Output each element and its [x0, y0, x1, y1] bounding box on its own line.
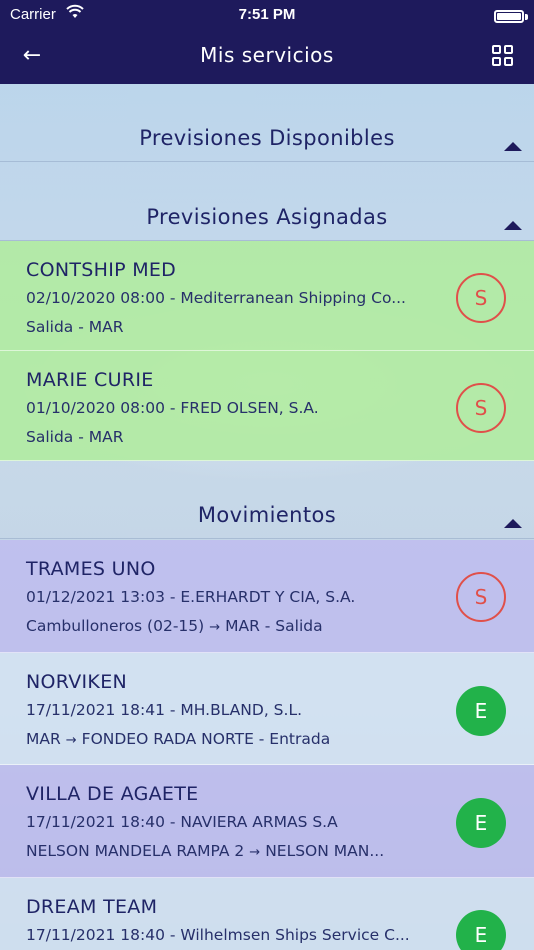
service-info: Salida - MAR	[26, 318, 124, 336]
grid-icon-cell	[504, 45, 513, 54]
chevron-up-icon[interactable]	[504, 142, 522, 151]
status-badge: E	[456, 798, 506, 848]
list-item-assigned[interactable]: MARIE CURIE 01/10/2020 08:00 - FRED OLSE…	[0, 351, 534, 461]
route-origin: NELSON MANDELA RAMPA 2	[26, 842, 245, 860]
vessel-name: NORVIKEN	[26, 671, 128, 693]
page-title: Mis servicios	[200, 43, 334, 67]
movement-route: Cambulloneros (02-15) → MAR - Salida	[26, 617, 323, 635]
status-badge: S	[456, 383, 506, 433]
route-origin: Cambulloneros (02-15)	[26, 617, 205, 635]
arrow-right-icon: →	[249, 845, 261, 860]
status-time: 7:51 PM	[238, 6, 296, 23]
grid-icon	[492, 45, 501, 54]
status-badge: S	[456, 572, 506, 622]
status-bar: Carrier 7:51 PM	[0, 4, 534, 26]
grid-icon-cell	[504, 57, 513, 66]
battery-icon	[494, 10, 524, 23]
movement-detail: 17/11/2021 18:41 - MH.BLAND, S.L.	[26, 701, 303, 719]
service-detail: 01/10/2020 08:00 - FRED OLSEN, S.A.	[26, 399, 319, 417]
battery-tip	[525, 14, 528, 20]
list-item-movement[interactable]: DREAM TEAM 17/11/2021 18:40 - Wilhelmsen…	[0, 878, 534, 950]
route-destination: NELSON MAN...	[265, 842, 385, 860]
movement-route: MAR → FONDEO RADA NORTE - Entrada	[26, 730, 330, 748]
movement-detail: 17/11/2021 18:40 - NAVIERA ARMAS S.A	[26, 813, 338, 831]
movement-detail: 17/11/2021 18:40 - Wilhelmsen Ships Serv…	[26, 926, 410, 944]
list-item-movement[interactable]: TRAMES UNO 01/12/2021 13:03 - E.ERHARDT …	[0, 540, 534, 653]
vessel-name: CONTSHIP MED	[26, 259, 177, 281]
grid-icon-cell	[492, 57, 501, 66]
movement-route: NELSON MANDELA RAMPA 2 → NELSON MAN...	[26, 842, 384, 860]
status-badge: S	[456, 273, 506, 323]
service-info: Salida - MAR	[26, 428, 124, 446]
chevron-up-icon[interactable]	[504, 221, 522, 230]
section-header-previsiones-asignadas[interactable]: Previsiones Asignadas	[0, 163, 534, 241]
section-header-previsiones-disponibles[interactable]: Previsiones Disponibles	[0, 84, 534, 162]
top-bar: Carrier 7:51 PM ← Mis servicios	[0, 0, 534, 84]
vessel-name: VILLA DE AGAETE	[26, 783, 199, 805]
vessel-name: DREAM TEAM	[26, 896, 158, 918]
vessel-name: MARIE CURIE	[26, 369, 154, 391]
list-item-movement[interactable]: NORVIKEN 17/11/2021 18:41 - MH.BLAND, S.…	[0, 653, 534, 765]
route-destination: FONDEO RADA NORTE - Entrada	[81, 730, 331, 748]
status-badge: E	[456, 686, 506, 736]
chevron-up-icon[interactable]	[504, 519, 522, 528]
list-item-assigned[interactable]: CONTSHIP MED 02/10/2020 08:00 - Mediterr…	[0, 241, 534, 351]
service-detail: 02/10/2020 08:00 - Mediterranean Shippin…	[26, 289, 406, 307]
section-header-movimientos[interactable]: Movimientos	[0, 461, 534, 539]
list-item-movement[interactable]: VILLA DE AGAETE 17/11/2021 18:40 - NAVIE…	[0, 765, 534, 878]
vessel-name: TRAMES UNO	[26, 558, 156, 580]
movement-detail: 01/12/2021 13:03 - E.ERHARDT Y CIA, S.A.	[26, 588, 356, 606]
section-title: Previsiones Disponibles	[139, 126, 395, 150]
arrow-right-icon: →	[65, 733, 77, 748]
route-origin: MAR	[26, 730, 61, 748]
status-badge: E	[456, 910, 506, 950]
section-title: Previsiones Asignadas	[146, 205, 388, 229]
section-title: Movimientos	[197, 503, 337, 527]
grid-menu-button[interactable]	[492, 45, 514, 67]
navigation-bar: ← Mis servicios	[0, 30, 534, 84]
arrow-right-icon: →	[209, 620, 221, 635]
route-destination: MAR - Salida	[225, 617, 323, 635]
